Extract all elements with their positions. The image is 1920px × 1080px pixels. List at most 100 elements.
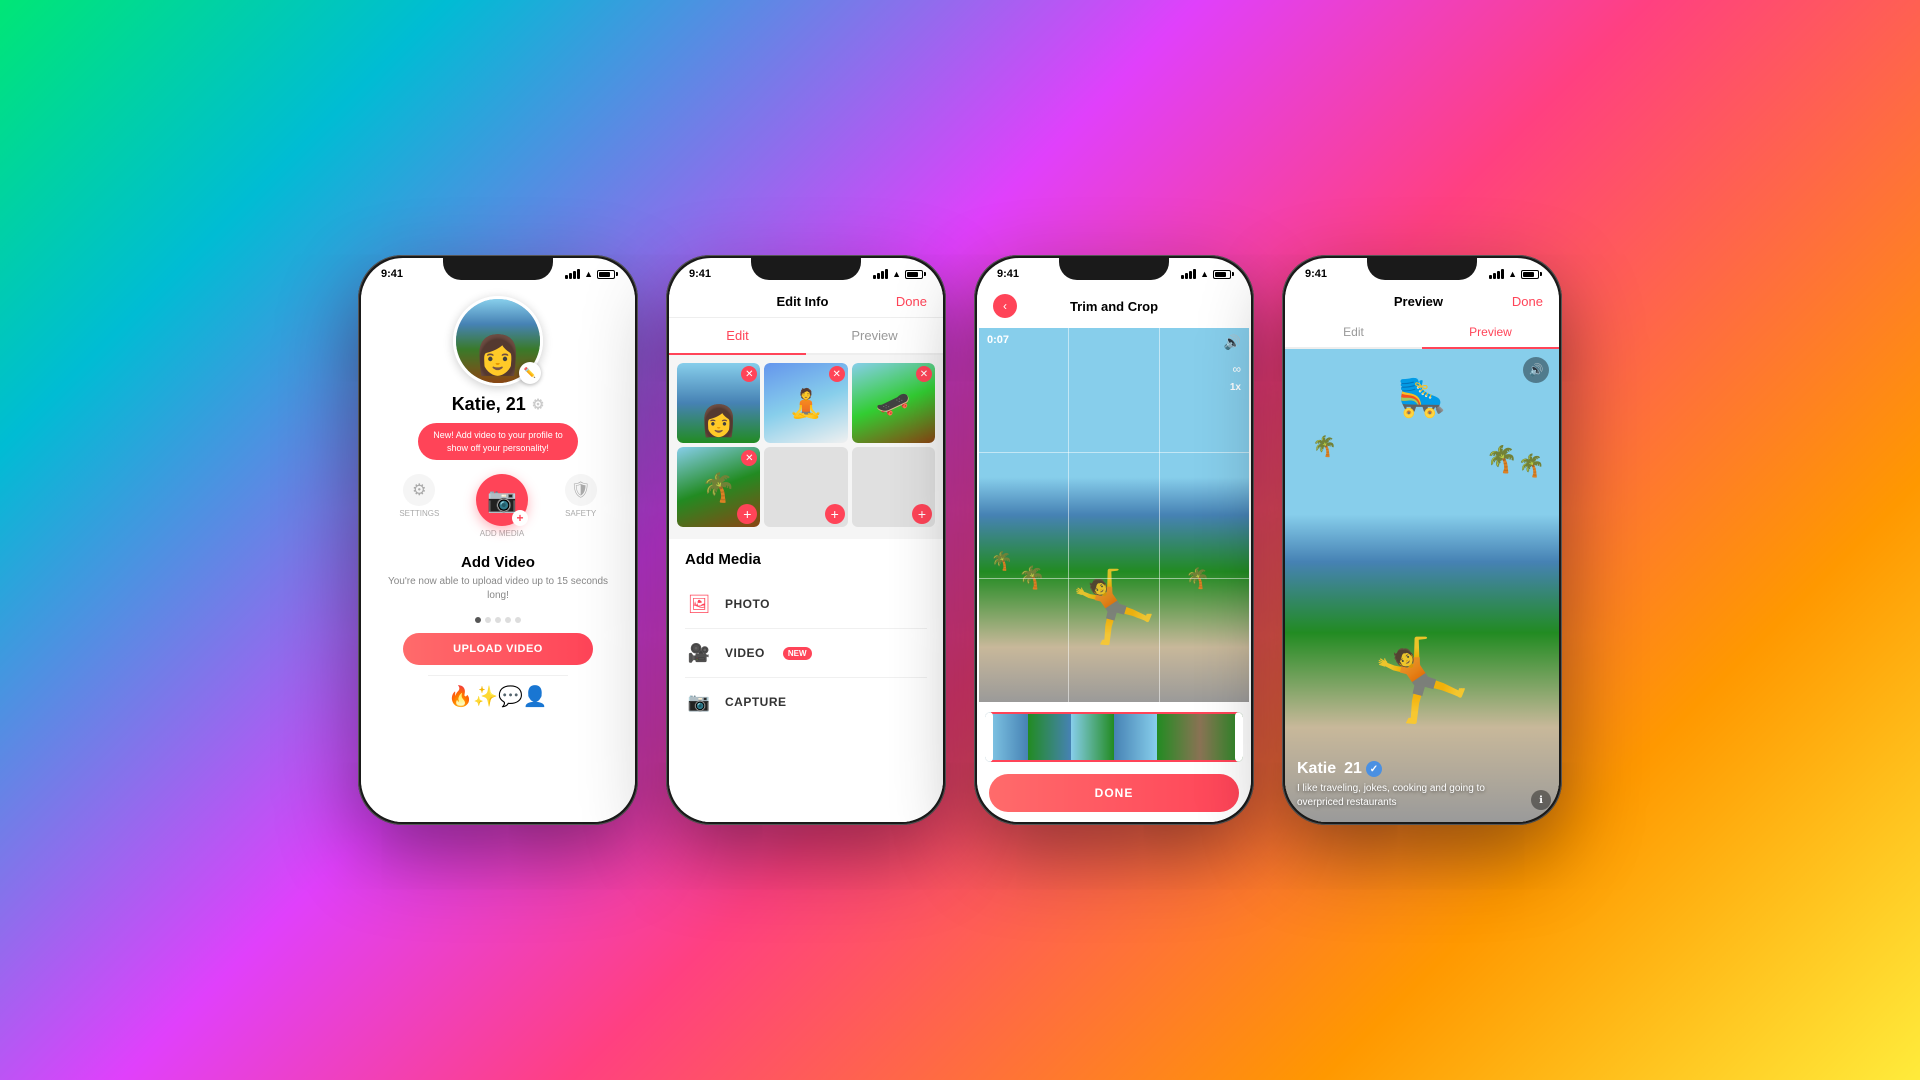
edit-info-title: Edit Info bbox=[776, 294, 828, 309]
video-speed-label[interactable]: 1x bbox=[1230, 382, 1241, 393]
trim-crop-title: Trim and Crop bbox=[1070, 299, 1158, 314]
edit-info-tabs: Edit Preview bbox=[669, 318, 943, 355]
add-media-button[interactable]: 📷 + bbox=[476, 474, 528, 526]
phone3-screen: ‹ Trim and Crop 🌴 🌴 🌴 🤸 bbox=[977, 286, 1251, 822]
preview-video-area: 🌴 🌴 🌴 🛼 🤸 🔊 Katie 21 bbox=[1285, 349, 1559, 822]
trim-video-preview: 🌴 🌴 🌴 🤸 bbox=[977, 326, 1251, 704]
trim-crop-header: ‹ Trim and Crop bbox=[977, 286, 1251, 326]
add-media-icon-item[interactable]: 📷 + ADD MEDIA bbox=[476, 474, 528, 538]
preview-tab-edit[interactable]: Edit bbox=[1285, 317, 1422, 347]
notch-2 bbox=[751, 258, 861, 280]
photo-add-slot-2[interactable]: + bbox=[912, 504, 932, 524]
video-volume-icon[interactable]: 🔊 bbox=[1224, 334, 1241, 351]
photo-option-icon: 🖼 bbox=[685, 590, 713, 618]
dot-4 bbox=[505, 617, 511, 623]
wifi-icon-4: ▲ bbox=[1508, 269, 1517, 279]
phone4-screen: Preview Done Edit Preview 🌴 bbox=[1285, 286, 1559, 822]
video-option-label: VIDEO bbox=[725, 646, 765, 660]
avatar-edit-button[interactable]: ✏️ bbox=[519, 362, 541, 384]
profile-name: Katie, 21 ⚙ bbox=[452, 394, 545, 415]
dot-5 bbox=[515, 617, 521, 623]
video-loop-icon[interactable]: ∞ bbox=[1232, 362, 1241, 376]
edit-info-done[interactable]: Done bbox=[896, 294, 927, 309]
signal-bars-4 bbox=[1489, 269, 1504, 279]
settings-gear-inline: ⚙ bbox=[532, 396, 545, 413]
phones-container: 9:41 ▲ bbox=[0, 0, 1920, 1080]
media-option-photo[interactable]: 🖼 PHOTO bbox=[685, 580, 927, 629]
phone2-screen: Edit Info Done Edit Preview 👩 ✕ bbox=[669, 286, 943, 822]
trim-video-bg: 🌴 🌴 🌴 🤸 bbox=[977, 326, 1251, 704]
verified-badge: ✓ bbox=[1366, 761, 1382, 777]
timeline-selected-range bbox=[991, 712, 1237, 762]
status-icons-3: ▲ bbox=[1181, 269, 1231, 279]
preview-tabs: Edit Preview bbox=[1285, 317, 1559, 349]
media-option-capture[interactable]: 📷 CAPTURE bbox=[685, 678, 927, 726]
preview-volume-button[interactable]: 🔊 bbox=[1523, 357, 1549, 383]
status-time-1: 9:41 bbox=[381, 268, 403, 280]
photo-cell-add-1[interactable]: + bbox=[764, 447, 847, 527]
phone-3: 9:41 ▲ ‹ Trim and Crop bbox=[974, 255, 1254, 825]
settings-icon-item[interactable]: ⚙ SETTINGS bbox=[399, 474, 439, 538]
photo-delete-2[interactable]: ✕ bbox=[829, 366, 845, 382]
wifi-icon-2: ▲ bbox=[892, 269, 901, 279]
nav-profile-icon[interactable]: 👤 bbox=[523, 684, 548, 709]
battery-icon-1 bbox=[597, 270, 615, 279]
photo-cell-1[interactable]: 👩 ✕ bbox=[677, 363, 760, 443]
nav-sparkles-icon[interactable]: ✨ bbox=[473, 684, 498, 709]
video-timestamp: 0:07 bbox=[987, 334, 1009, 346]
photo-delete-3[interactable]: ✕ bbox=[916, 366, 932, 382]
signal-bars-1 bbox=[565, 269, 580, 279]
add-video-banner: New! Add video to your profile to show o… bbox=[418, 423, 578, 460]
dot-1 bbox=[475, 617, 481, 623]
phone-2: 9:41 ▲ Edit Info Done bbox=[666, 255, 946, 825]
safety-icon-item[interactable]: 🛡 SAFETY bbox=[565, 474, 597, 538]
phone-4: 9:41 ▲ Preview Done bbox=[1282, 255, 1562, 825]
edit-info-header: Edit Info Done bbox=[669, 286, 943, 318]
upload-video-button[interactable]: UPLOAD VIDEO bbox=[403, 633, 593, 665]
timeline-handle-right[interactable] bbox=[1235, 712, 1243, 762]
info-button[interactable]: ℹ bbox=[1531, 790, 1551, 810]
settings-icon: ⚙ bbox=[403, 474, 435, 506]
battery-icon-4 bbox=[1521, 270, 1539, 279]
preview-tab-preview[interactable]: Preview bbox=[1422, 317, 1559, 349]
profile-icons-row: ⚙ SETTINGS 📷 + ADD MEDIA 🛡 SAFETY bbox=[361, 460, 635, 542]
page-dots bbox=[475, 617, 521, 623]
status-icons-2: ▲ bbox=[873, 269, 923, 279]
video-timeline[interactable] bbox=[985, 712, 1243, 762]
preview-title: Preview bbox=[1394, 294, 1443, 309]
nav-like-icon[interactable]: 🔥 bbox=[448, 684, 473, 709]
battery-icon-3 bbox=[1213, 270, 1231, 279]
dot-3 bbox=[495, 617, 501, 623]
trim-back-button[interactable]: ‹ bbox=[993, 294, 1017, 318]
trim-done-button[interactable]: DONE bbox=[989, 774, 1239, 812]
new-badge: NEW bbox=[783, 647, 812, 660]
notch-1 bbox=[443, 258, 553, 280]
capture-option-label: CAPTURE bbox=[725, 695, 787, 709]
signal-bars-3 bbox=[1181, 269, 1196, 279]
nav-message-icon[interactable]: 💬 bbox=[498, 684, 523, 709]
tab-edit[interactable]: Edit bbox=[669, 318, 806, 355]
bottom-nav-1: 🔥 ✨ 💬 👤 bbox=[428, 675, 568, 721]
status-time-3: 9:41 bbox=[997, 268, 1019, 280]
preview-header: Preview Done bbox=[1285, 286, 1559, 317]
profile-avatar-wrap: 👩 ✏️ bbox=[453, 296, 543, 386]
tab-preview[interactable]: Preview bbox=[806, 318, 943, 353]
signal-bars-2 bbox=[873, 269, 888, 279]
add-video-desc: You're now able to upload video up to 15… bbox=[381, 575, 615, 603]
phone1-screen: 👩 ✏️ Katie, 21 ⚙ New! Add video to your … bbox=[361, 286, 635, 822]
preview-video-bg: 🌴 🌴 🌴 🛼 🤸 bbox=[1285, 349, 1559, 822]
preview-user-bio: I like traveling, jokes, cooking and goi… bbox=[1297, 782, 1519, 810]
media-option-video[interactable]: 🎥 VIDEO NEW bbox=[685, 629, 927, 678]
photo-cell-3[interactable]: 🛹 ✕ bbox=[852, 363, 935, 443]
photo-cell-add-2[interactable]: + bbox=[852, 447, 935, 527]
photo-add-slot-1[interactable]: + bbox=[825, 504, 845, 524]
add-media-title: Add Media bbox=[685, 551, 927, 568]
add-media-section: Add Media 🖼 PHOTO 🎥 VIDEO NEW 📷 CAPTURE bbox=[669, 539, 943, 822]
timeline-handle-left[interactable] bbox=[985, 712, 993, 762]
photo-grid: 👩 ✕ 🧘 ✕ 🛹 bbox=[669, 355, 943, 535]
phone-1: 9:41 ▲ bbox=[358, 255, 638, 825]
preview-done[interactable]: Done bbox=[1512, 294, 1543, 309]
photo-cell-2[interactable]: 🧘 ✕ bbox=[764, 363, 847, 443]
photo-cell-4[interactable]: 🌴 ✕ + bbox=[677, 447, 760, 527]
dot-2 bbox=[485, 617, 491, 623]
